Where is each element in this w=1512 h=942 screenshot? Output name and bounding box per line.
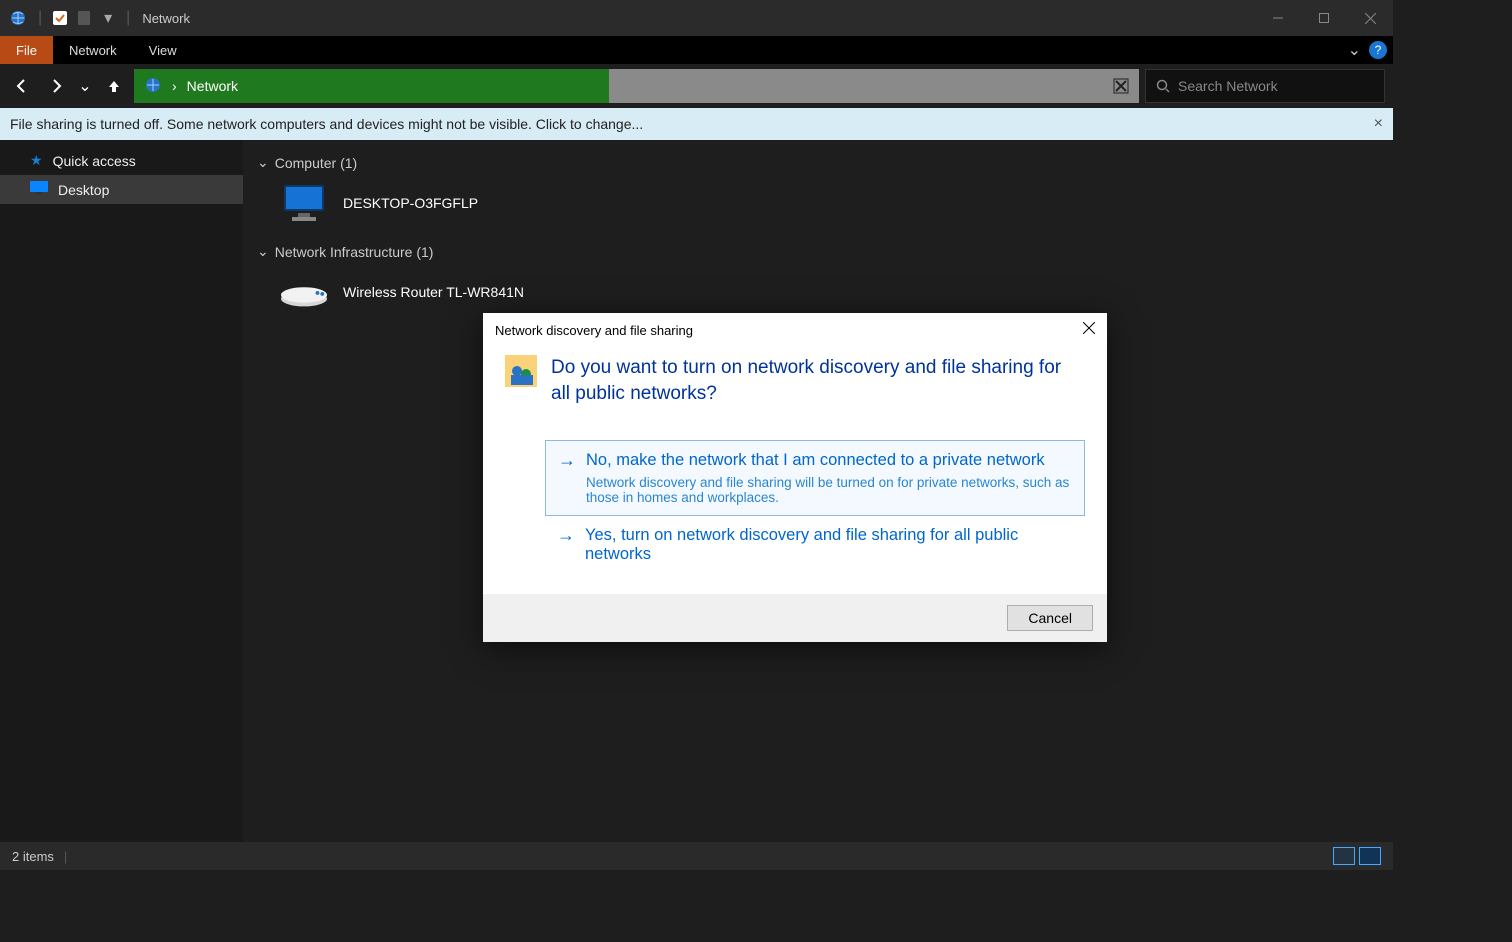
status-bar: 2 items | bbox=[0, 842, 1393, 870]
address-location[interactable]: Network bbox=[187, 78, 238, 94]
people-icon bbox=[505, 355, 537, 387]
info-bar[interactable]: File sharing is turned off. Some network… bbox=[0, 108, 1393, 140]
explorer-window: | ▾ | Network File Network View ⌄ ? ⌄ bbox=[0, 0, 1393, 870]
navigation-bar: ⌄ › Network Search Network bbox=[0, 64, 1393, 108]
group-header-computer[interactable]: ⌄ Computer (1) bbox=[257, 154, 1379, 171]
quick-access-icon-2[interactable] bbox=[75, 9, 93, 27]
quick-access-dropdown-icon[interactable]: ▾ bbox=[99, 9, 117, 27]
separator: | bbox=[38, 9, 42, 27]
group-header-network-infrastructure[interactable]: ⌄ Network Infrastructure (1) bbox=[257, 243, 1379, 260]
help-icon[interactable]: ? bbox=[1369, 41, 1387, 59]
list-item[interactable]: DESKTOP-O3FGFLP bbox=[257, 177, 1379, 239]
monitor-icon bbox=[279, 181, 329, 225]
dialog-title-bar: Network discovery and file sharing bbox=[483, 313, 1107, 347]
chevron-right-icon[interactable]: › bbox=[172, 78, 177, 94]
group-header-label: Computer (1) bbox=[275, 155, 357, 171]
view-icons-button[interactable] bbox=[1359, 847, 1381, 865]
status-item-count: 2 items bbox=[12, 849, 54, 864]
quick-access-icon[interactable] bbox=[51, 9, 69, 27]
dialog-title: Network discovery and file sharing bbox=[495, 323, 693, 338]
ribbon-tabs: File Network View ⌄ ? bbox=[0, 36, 1393, 64]
sidebar-item-label: Desktop bbox=[58, 182, 109, 198]
list-item-label: Wireless Router TL-WR841N bbox=[343, 284, 524, 300]
arrow-right-icon: → bbox=[557, 526, 575, 546]
info-bar-text: File sharing is turned off. Some network… bbox=[10, 116, 643, 132]
cancel-button[interactable]: Cancel bbox=[1007, 605, 1093, 631]
sidebar: ★ Quick access Desktop bbox=[0, 140, 243, 842]
title-bar: | ▾ | Network bbox=[0, 0, 1393, 36]
recent-dropdown-icon[interactable]: ⌄ bbox=[76, 72, 94, 100]
back-button[interactable] bbox=[8, 72, 36, 100]
tab-file[interactable]: File bbox=[0, 36, 53, 64]
tab-network[interactable]: Network bbox=[53, 36, 133, 64]
maximize-button[interactable] bbox=[1301, 0, 1347, 36]
option-private-network[interactable]: → No, make the network that I am connect… bbox=[545, 440, 1085, 516]
ribbon-expand-icon[interactable]: ⌄ bbox=[1348, 40, 1361, 60]
option-title: No, make the network that I am connected… bbox=[586, 451, 1045, 470]
network-icon bbox=[144, 76, 162, 97]
search-icon bbox=[1156, 79, 1170, 93]
arrow-right-icon: → bbox=[558, 451, 576, 471]
network-icon bbox=[8, 8, 28, 28]
info-bar-close-icon[interactable]: × bbox=[1374, 115, 1383, 133]
search-placeholder: Search Network bbox=[1178, 78, 1278, 94]
chevron-down-icon: ⌄ bbox=[257, 243, 269, 260]
tab-view[interactable]: View bbox=[133, 36, 193, 64]
view-details-button[interactable] bbox=[1333, 847, 1355, 865]
window-title: Network bbox=[142, 11, 190, 26]
address-bar[interactable]: › Network bbox=[134, 69, 1139, 103]
group-header-label: Network Infrastructure (1) bbox=[275, 244, 434, 260]
dialog-heading: Do you want to turn on network discovery… bbox=[551, 355, 1085, 406]
separator: | bbox=[126, 9, 130, 27]
address-crumb[interactable]: › Network bbox=[134, 69, 609, 103]
desktop-icon bbox=[30, 181, 48, 198]
up-button[interactable] bbox=[100, 72, 128, 100]
network-discovery-dialog: Network discovery and file sharing Do yo… bbox=[483, 313, 1107, 642]
option-subtitle: Network discovery and file sharing will … bbox=[586, 475, 1072, 505]
star-icon: ★ bbox=[30, 152, 43, 169]
chevron-down-icon: ⌄ bbox=[257, 154, 269, 171]
list-item-label: DESKTOP-O3FGFLP bbox=[343, 195, 478, 211]
router-icon bbox=[279, 270, 329, 314]
forward-button[interactable] bbox=[42, 72, 70, 100]
close-button[interactable] bbox=[1347, 0, 1393, 36]
dialog-close-button[interactable] bbox=[1083, 321, 1095, 339]
refresh-button[interactable] bbox=[1103, 69, 1139, 103]
search-input[interactable]: Search Network bbox=[1145, 69, 1385, 103]
sidebar-item-desktop[interactable]: Desktop bbox=[0, 175, 243, 204]
sidebar-item-label: Quick access bbox=[53, 153, 136, 169]
option-public-network[interactable]: → Yes, turn on network discovery and fil… bbox=[545, 516, 1085, 574]
minimize-button[interactable] bbox=[1255, 0, 1301, 36]
sidebar-item-quick-access[interactable]: ★ Quick access bbox=[0, 146, 243, 175]
option-title: Yes, turn on network discovery and file … bbox=[585, 526, 1073, 564]
